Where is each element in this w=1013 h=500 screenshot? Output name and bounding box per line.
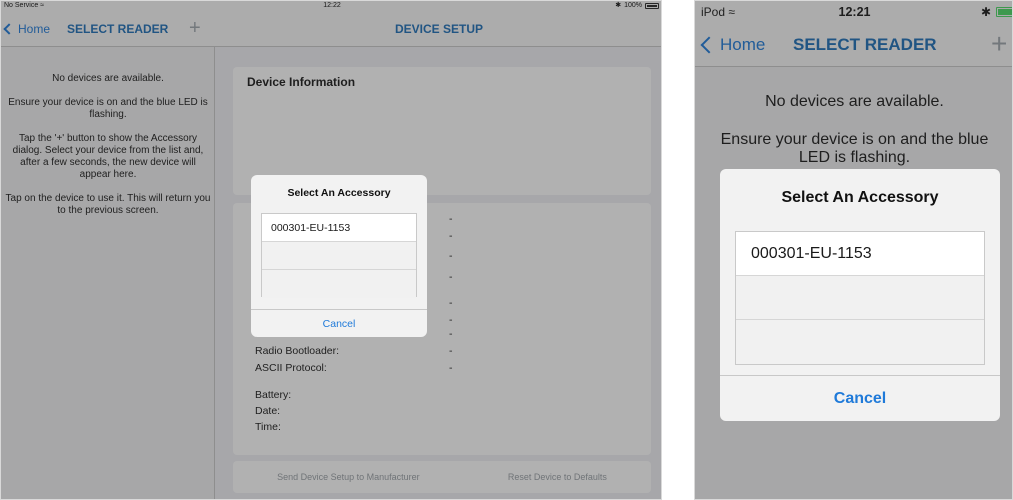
accessory-list: 000301-EU-1153 bbox=[261, 213, 417, 298]
accessory-item bbox=[736, 276, 984, 320]
alert-title: Select An Accessory bbox=[781, 189, 939, 206]
accessory-list: 000301-EU-1153 bbox=[735, 231, 985, 365]
accessory-alert: Select An Accessory 000301-EU-1153 Cance… bbox=[251, 175, 427, 337]
accessory-alert: Select An Accessory 000301-EU-1153 Cance… bbox=[720, 169, 1000, 421]
ipad-screenshot: No Service ≈ 12:22 ✱ 100% No devices are… bbox=[0, 0, 662, 500]
accessory-item[interactable]: 000301-EU-1153 bbox=[262, 214, 416, 242]
accessory-item[interactable]: 000301-EU-1153 bbox=[736, 232, 984, 276]
alert-title: Select An Accessory bbox=[287, 187, 391, 199]
cancel-button[interactable]: Cancel bbox=[720, 375, 1000, 421]
accessory-item bbox=[262, 270, 416, 298]
ipod-screenshot: iPod ≈ 12:21 ✱ Home SELECT READER + No d… bbox=[694, 0, 1013, 500]
cancel-button[interactable]: Cancel bbox=[251, 309, 427, 337]
accessory-item bbox=[262, 242, 416, 270]
accessory-item bbox=[736, 320, 984, 364]
